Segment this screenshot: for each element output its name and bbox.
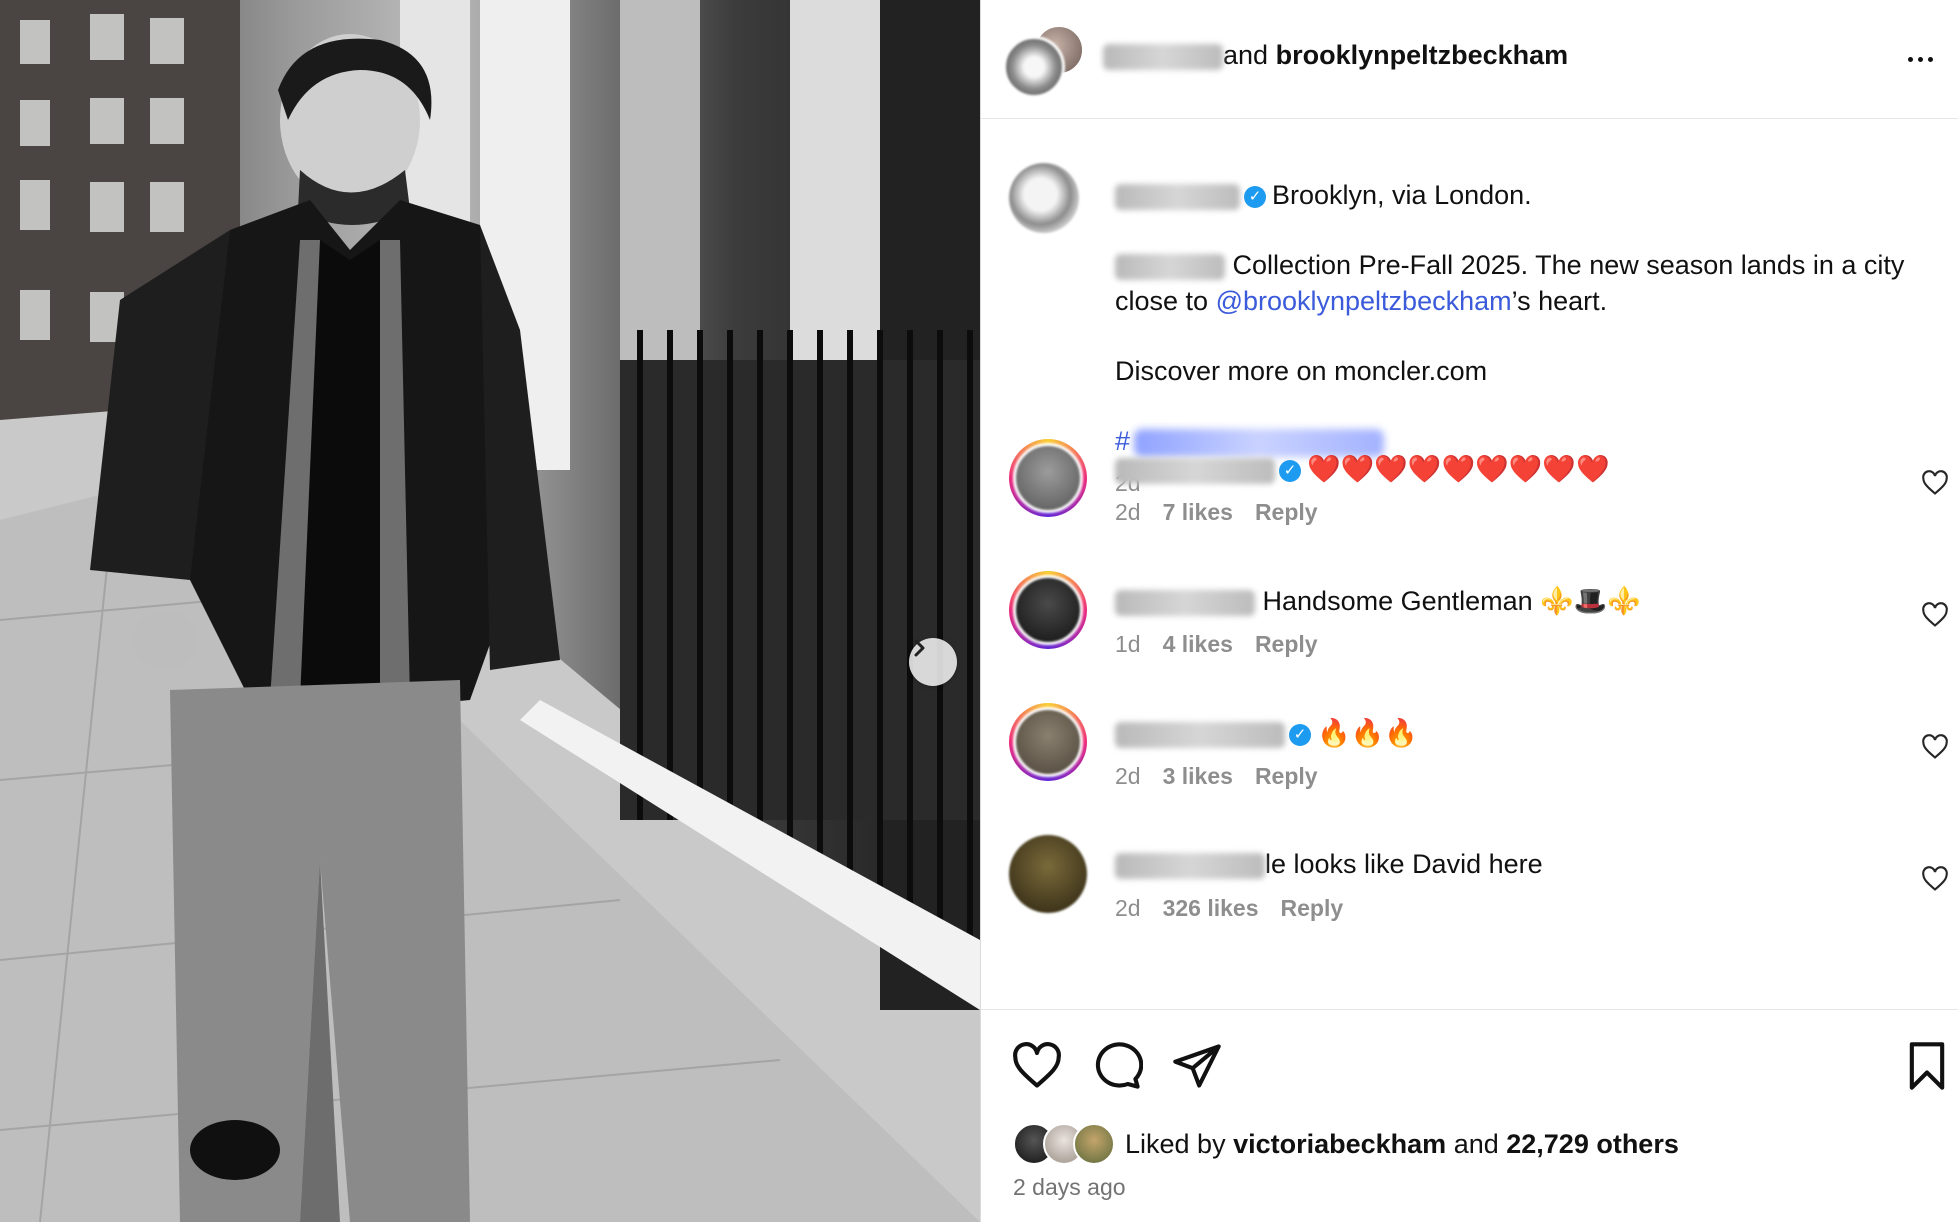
collab-avatar-primary bbox=[1003, 36, 1065, 98]
post-photo[interactable] bbox=[0, 0, 980, 1222]
comment-likes[interactable]: 3 likes bbox=[1163, 763, 1233, 789]
redacted-commenter-username[interactable] bbox=[1115, 852, 1265, 879]
commenter-avatar[interactable] bbox=[1009, 571, 1087, 649]
post-actions: Liked by victoriabeckham and 22,729 othe… bbox=[981, 1009, 1958, 1223]
caption-discover: Discover more on moncler.com bbox=[1115, 356, 1488, 386]
redacted-brand bbox=[1115, 253, 1225, 280]
liked-by-user-link[interactable]: victoriabeckham bbox=[1233, 1129, 1446, 1159]
post-details-panel: and brooklynpeltzbeckham ✓ Brooklyn, via … bbox=[980, 0, 1958, 1223]
comment-item: le looks like David here 2d 326 likes Repl… bbox=[1009, 835, 1949, 935]
reply-button[interactable]: Reply bbox=[1281, 895, 1344, 921]
comment-text: le looks like David here bbox=[1265, 849, 1543, 879]
commenter-avatar[interactable] bbox=[1009, 835, 1087, 913]
comment-heart-icon[interactable] bbox=[1921, 865, 1949, 893]
avatar-image bbox=[1013, 707, 1083, 777]
avatar-image bbox=[1009, 835, 1087, 913]
comment-item: Handsome Gentleman ⚜️🎩⚜️ 1d 4 likes Reply bbox=[1009, 571, 1949, 671]
redacted-commenter-username[interactable] bbox=[1115, 589, 1255, 616]
more-options-button[interactable] bbox=[1900, 44, 1940, 74]
comment-likes[interactable]: 4 likes bbox=[1163, 631, 1233, 657]
reply-button[interactable]: Reply bbox=[1255, 499, 1318, 525]
more-icon bbox=[1907, 56, 1913, 62]
redacted-commenter-username[interactable] bbox=[1115, 457, 1275, 484]
reply-button[interactable]: Reply bbox=[1255, 763, 1318, 789]
verified-icon: ✓ bbox=[1244, 185, 1266, 208]
redacted-username[interactable] bbox=[1103, 43, 1223, 70]
post-header: and brooklynpeltzbeckham bbox=[981, 0, 1958, 119]
comment-icon[interactable] bbox=[1091, 1040, 1143, 1092]
more-icon-dot bbox=[1927, 56, 1933, 62]
caption-line-2-prefix: close to bbox=[1115, 286, 1216, 316]
heart-icon[interactable] bbox=[1011, 1040, 1063, 1092]
next-image-button[interactable] bbox=[909, 638, 957, 686]
comment-heart-icon[interactable] bbox=[1921, 601, 1949, 629]
caption-headline: Brooklyn, via London. bbox=[1272, 180, 1532, 210]
liked-by-text: Liked by victoriabeckham and 22,729 othe… bbox=[1125, 1129, 1679, 1160]
commenter-avatar[interactable] bbox=[1009, 703, 1087, 781]
comment-body: ✓ ❤️❤️❤️❤️❤️❤️❤️❤️❤️ bbox=[1115, 453, 1610, 485]
collab-username[interactable]: brooklynpeltzbeckham bbox=[1276, 40, 1569, 70]
avatar-image bbox=[1013, 443, 1083, 513]
redacted-commenter-username[interactable] bbox=[1115, 721, 1285, 748]
caption-line-2-suffix: ’s heart. bbox=[1511, 286, 1608, 316]
liked-by-row: Liked by victoriabeckham and 22,729 othe… bbox=[1013, 1122, 1679, 1166]
avatar-image bbox=[1013, 575, 1083, 645]
comment-meta: 2d 326 likes Reply bbox=[1115, 895, 1365, 922]
comment-meta: 2d 3 likes Reply bbox=[1115, 763, 1340, 790]
comment-time[interactable]: 2d bbox=[1115, 499, 1141, 525]
comment-body: ✓ 🔥🔥🔥 bbox=[1115, 717, 1418, 749]
comment-item: ✓ 🔥🔥🔥 2d 3 likes Reply bbox=[1009, 703, 1949, 803]
liked-by-prefix: Liked by bbox=[1125, 1128, 1234, 1159]
author-avatar[interactable] bbox=[1009, 163, 1079, 233]
post-header-title: and brooklynpeltzbeckham bbox=[1103, 40, 1568, 71]
share-icon[interactable] bbox=[1171, 1040, 1223, 1092]
liked-by-count-link[interactable]: 22,729 others bbox=[1506, 1129, 1679, 1159]
comments-scroll-area[interactable]: ✓ Brooklyn, via London. Collection Pre-Fa… bbox=[981, 119, 1958, 1009]
comment-time[interactable]: 2d bbox=[1115, 763, 1141, 789]
comment-likes[interactable]: 7 likes bbox=[1163, 499, 1233, 525]
liker-avatar[interactable] bbox=[1073, 1123, 1115, 1165]
liked-by-and: and bbox=[1446, 1128, 1507, 1159]
comment-item: ✓ ❤️❤️❤️❤️❤️❤️❤️❤️❤️ 2d 7 likes Reply bbox=[1009, 439, 1949, 539]
header-connector: and bbox=[1223, 40, 1269, 70]
comment-body: le looks like David here bbox=[1115, 849, 1543, 880]
comment-meta: 1d 4 likes Reply bbox=[1115, 631, 1340, 658]
comment-heart-icon[interactable] bbox=[1921, 469, 1949, 497]
photo-illustration bbox=[0, 0, 980, 1222]
comment-time[interactable]: 1d bbox=[1115, 631, 1141, 657]
comment-body: Handsome Gentleman ⚜️🎩⚜️ bbox=[1115, 585, 1641, 617]
more-icon-dot bbox=[1917, 56, 1923, 62]
comment-text: Handsome Gentleman ⚜️🎩⚜️ bbox=[1262, 586, 1642, 616]
commenter-avatar[interactable] bbox=[1009, 439, 1087, 517]
comment-text: ❤️❤️❤️❤️❤️❤️❤️❤️❤️ bbox=[1307, 454, 1610, 484]
reply-button[interactable]: Reply bbox=[1255, 631, 1318, 657]
chevron-right-icon bbox=[914, 639, 925, 657]
post-timestamp[interactable]: 2 days ago bbox=[1013, 1174, 1126, 1201]
comment-text: 🔥🔥🔥 bbox=[1317, 718, 1418, 748]
bookmark-icon[interactable] bbox=[1901, 1040, 1953, 1092]
caption-mention-link[interactable]: @brooklynpeltzbeckham bbox=[1216, 286, 1512, 316]
verified-icon: ✓ bbox=[1289, 723, 1311, 746]
caption-line-1: Collection Pre-Fall 2025. The new season… bbox=[1232, 250, 1905, 280]
comment-likes[interactable]: 326 likes bbox=[1163, 895, 1259, 921]
comment-time[interactable]: 2d bbox=[1115, 895, 1141, 921]
comment-heart-icon[interactable] bbox=[1921, 733, 1949, 761]
redacted-author-username[interactable] bbox=[1115, 183, 1240, 210]
verified-icon: ✓ bbox=[1279, 459, 1301, 482]
collab-avatars[interactable] bbox=[1003, 24, 1085, 98]
comment-meta: 2d 7 likes Reply bbox=[1115, 499, 1340, 526]
